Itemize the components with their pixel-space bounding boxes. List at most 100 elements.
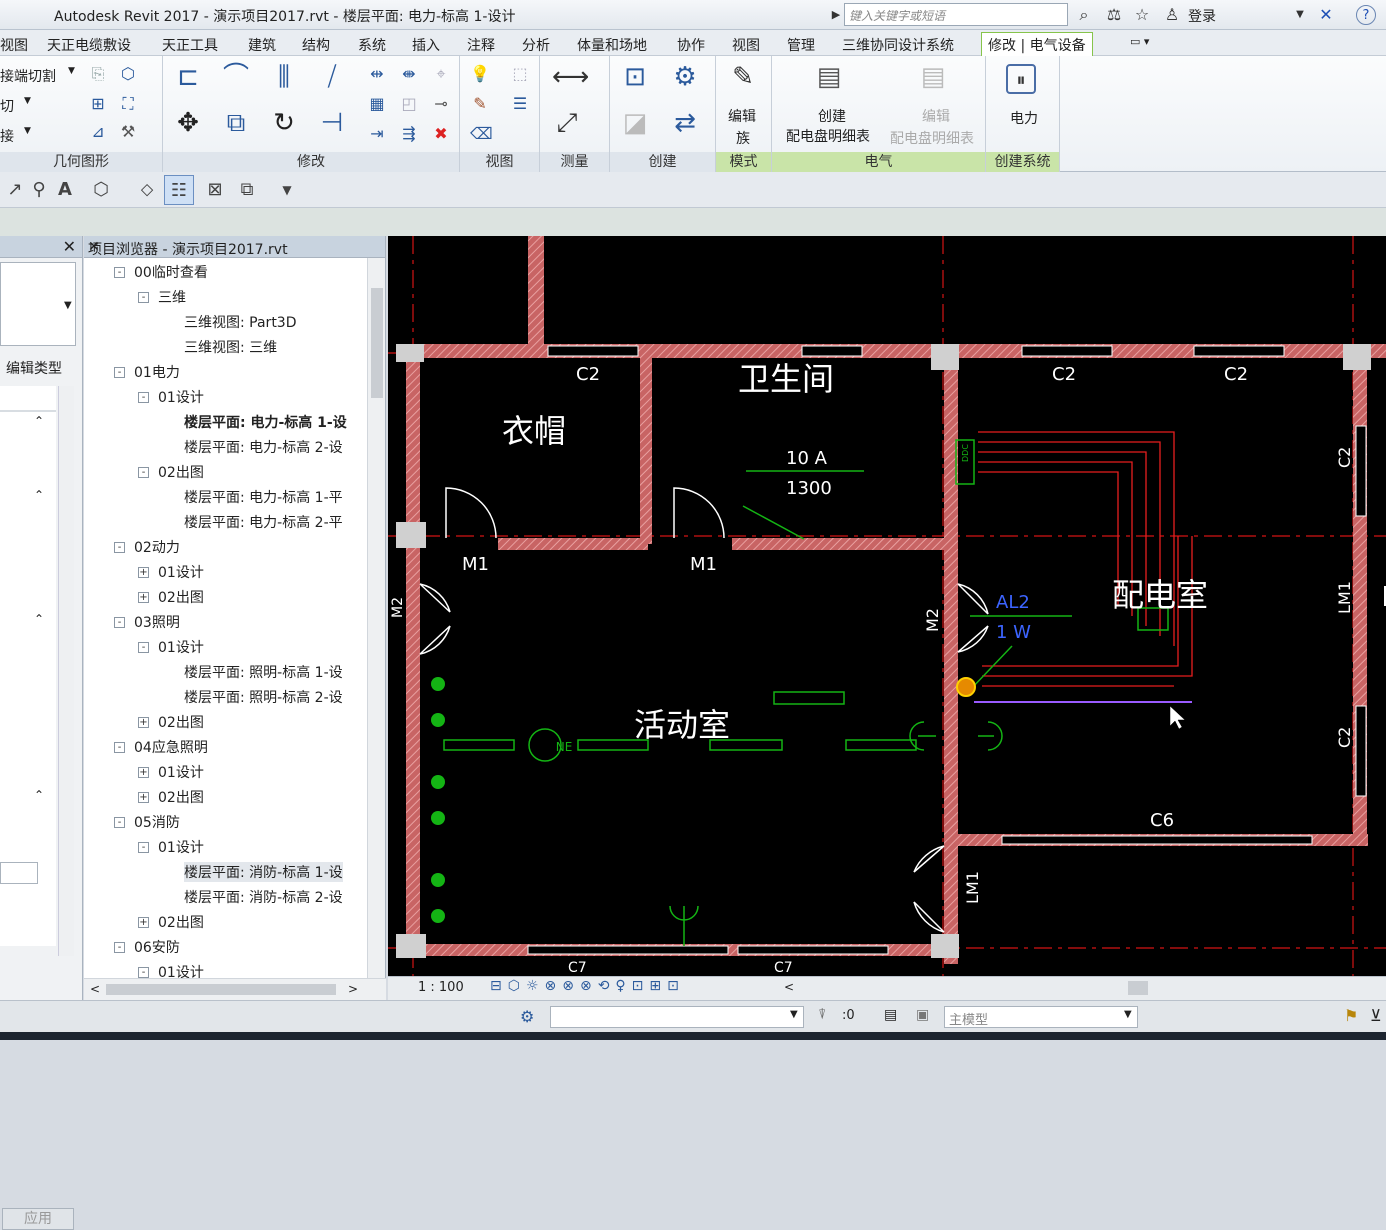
3d-view-icon[interactable]: ⬡ bbox=[86, 175, 116, 205]
browser-tree-item[interactable]: 02出图 bbox=[158, 712, 204, 732]
browser-tree-item[interactable]: 03照明 bbox=[134, 612, 180, 632]
help-icon[interactable]: ? bbox=[1356, 5, 1376, 25]
tab-3d-collab[interactable]: 三维协同设计系统 bbox=[842, 35, 954, 55]
browser-tree-item[interactable]: 01设计 bbox=[158, 762, 204, 782]
mirror-axis-icon[interactable]: ⫼ bbox=[269, 62, 299, 92]
browser-tree-item[interactable]: 04应急照明 bbox=[134, 737, 208, 757]
move-icon[interactable]: ✥ bbox=[173, 108, 203, 138]
browser-vscroll[interactable] bbox=[367, 258, 385, 978]
edit-type-button[interactable]: 编辑类型 bbox=[6, 358, 62, 378]
dropdown-icon[interactable]: ▼ bbox=[1290, 5, 1310, 25]
trim-multiple-icon[interactable]: ⇶ bbox=[399, 124, 419, 144]
tab-insert[interactable]: 插入 bbox=[412, 35, 440, 55]
scale-icon[interactable]: ◰ bbox=[399, 94, 419, 114]
login-link[interactable]: 登录 bbox=[1188, 6, 1216, 26]
unpin-icon[interactable]: ⊸ bbox=[431, 94, 451, 114]
tab-massing[interactable]: 体量和场地 bbox=[577, 35, 647, 55]
align-icon[interactable]: ⊏ bbox=[173, 62, 203, 92]
browser-tree-item[interactable]: 楼层平面: 照明-标高 2-设 bbox=[184, 687, 343, 707]
main-model-selector[interactable]: 主模型 bbox=[944, 1006, 1138, 1028]
browser-tree-item[interactable]: 05消防 bbox=[134, 812, 180, 832]
trim-icon[interactable]: ⊣ bbox=[317, 108, 347, 138]
trim-single-icon[interactable]: ⇥ bbox=[367, 124, 387, 144]
collapse-group-icon[interactable]: ⌃ bbox=[34, 414, 44, 428]
browser-tree-item[interactable]: 02出图 bbox=[158, 587, 204, 607]
power-label[interactable]: 电力 bbox=[1010, 108, 1038, 128]
tab-annotate[interactable]: 注释 bbox=[467, 35, 495, 55]
tab-view[interactable]: 视图 bbox=[732, 35, 760, 55]
view-scale[interactable]: 1 : 100 bbox=[418, 980, 464, 995]
tab-structure[interactable]: 结构 bbox=[302, 35, 330, 55]
tab-analyze[interactable]: 分析 bbox=[522, 35, 550, 55]
browser-tree-item[interactable]: 02出图 bbox=[158, 787, 204, 807]
create-schedule-label[interactable]: 创建 bbox=[818, 106, 846, 126]
similar-icon[interactable]: ⇄ bbox=[670, 108, 700, 138]
browser-tree-item[interactable]: 01设计 bbox=[158, 387, 204, 407]
browser-tree-item[interactable]: 06安防 bbox=[134, 937, 180, 957]
browser-tree-item[interactable]: 三维 bbox=[158, 287, 186, 307]
cube-icon[interactable]: ⬡ bbox=[118, 64, 138, 84]
paint-icon[interactable]: ⛶ bbox=[118, 94, 138, 114]
create-assembly-icon[interactable]: ⊡ bbox=[620, 62, 650, 92]
tree-expander[interactable]: + bbox=[138, 717, 149, 728]
tree-expander[interactable]: - bbox=[114, 267, 125, 278]
customize-qat-icon[interactable]: ▼ bbox=[272, 175, 302, 205]
thin-lines-icon[interactable]: ☷ bbox=[164, 175, 194, 205]
browser-tree-item[interactable]: 三维视图: 三维 bbox=[184, 337, 277, 357]
workset-selector[interactable] bbox=[550, 1006, 804, 1028]
tab-tz-cable[interactable]: 天正电缆敷设 bbox=[47, 35, 131, 55]
browser-tree-item[interactable]: 楼层平面: 消防-标高 1-设 bbox=[184, 862, 343, 882]
delete-icon[interactable]: ✖ bbox=[431, 124, 451, 144]
section-icon[interactable]: ⬦ bbox=[132, 175, 162, 205]
selection-settings-icon[interactable]: ⚑ bbox=[1344, 1006, 1358, 1025]
browser-tree-item[interactable]: 三维视图: Part3D bbox=[184, 312, 297, 332]
linework-icon[interactable]: ☰ bbox=[510, 94, 530, 114]
junction-icon[interactable] bbox=[956, 677, 976, 697]
tree-expander[interactable]: + bbox=[138, 767, 149, 778]
tree-expander[interactable]: - bbox=[138, 392, 149, 403]
browser-tree-item[interactable]: 02出图 bbox=[158, 462, 204, 482]
property-value-field[interactable] bbox=[0, 862, 38, 884]
worksets-icon[interactable]: ⚙ bbox=[520, 1007, 534, 1026]
demolish-icon[interactable]: ⚒ bbox=[118, 122, 138, 142]
star-icon[interactable]: ☆ bbox=[1132, 5, 1152, 25]
binoculars-icon[interactable]: ⌕ bbox=[1074, 5, 1094, 25]
browser-tree-item[interactable]: 00临时查看 bbox=[134, 262, 208, 282]
drawing-canvas[interactable]: 衣帽 卫生间 配电室 活动室 C2 C2 C2 C6 M1 M1 10 A 13… bbox=[388, 236, 1386, 976]
eraser-icon[interactable]: ⌫ bbox=[470, 124, 493, 144]
minimize-ribbon-icon[interactable]: ▭ ▾ bbox=[1130, 35, 1149, 48]
join-button[interactable]: 接 bbox=[0, 126, 14, 146]
search-input[interactable]: 键入关键字或短语 bbox=[844, 3, 1068, 26]
bulb-icon[interactable]: 💡 bbox=[470, 64, 490, 84]
wall-join-icon[interactable]: ⊿ bbox=[88, 122, 108, 142]
join-cut-button[interactable]: 接端切割 bbox=[0, 66, 56, 86]
filter-icon[interactable]: ⍒ bbox=[818, 1007, 826, 1023]
tree-expander[interactable]: - bbox=[114, 817, 125, 828]
tree-expander[interactable]: - bbox=[138, 967, 149, 978]
browser-tree-item[interactable]: 01设计 bbox=[158, 637, 204, 657]
view-cube-icon[interactable]: ⬚ bbox=[510, 64, 530, 84]
browser-tree-item[interactable]: 楼层平面: 电力-标高 1-平 bbox=[184, 487, 343, 507]
tree-expander[interactable]: - bbox=[138, 642, 149, 653]
create-group-icon[interactable]: ◪ bbox=[620, 108, 650, 138]
tree-expander[interactable]: + bbox=[138, 792, 149, 803]
browser-tree-item[interactable]: 楼层平面: 电力-标高 2-平 bbox=[184, 512, 343, 532]
dimension-icon[interactable]: ⤢ bbox=[552, 108, 582, 138]
tree-expander[interactable]: - bbox=[138, 842, 149, 853]
tab-manage[interactable]: 管理 bbox=[787, 35, 815, 55]
switch-windows-icon[interactable]: ⧉ bbox=[232, 175, 262, 205]
browser-tree-item[interactable]: 01电力 bbox=[134, 362, 180, 382]
copy-icon[interactable]: ⎘ bbox=[88, 64, 108, 84]
properties-close-icon[interactable]: ✕ bbox=[63, 237, 76, 256]
tab-architecture[interactable]: 建筑 bbox=[248, 35, 276, 55]
create-schedule-icon[interactable]: ▤ bbox=[814, 62, 844, 92]
offset-icon[interactable]: ⌒ bbox=[221, 62, 251, 92]
split-gap-icon[interactable]: ⇼ bbox=[399, 64, 419, 84]
rotate-icon[interactable]: ↻ bbox=[269, 108, 299, 138]
tree-expander[interactable]: + bbox=[138, 567, 149, 578]
tab-systems[interactable]: 系统 bbox=[358, 35, 386, 55]
canvas-hscroll-thumb[interactable] bbox=[1128, 981, 1148, 995]
apply-button[interactable]: 应用 bbox=[2, 1208, 74, 1230]
pin-icon[interactable]: ⌖ bbox=[431, 64, 451, 84]
subscription-icon[interactable]: ⚖ bbox=[1104, 5, 1124, 25]
